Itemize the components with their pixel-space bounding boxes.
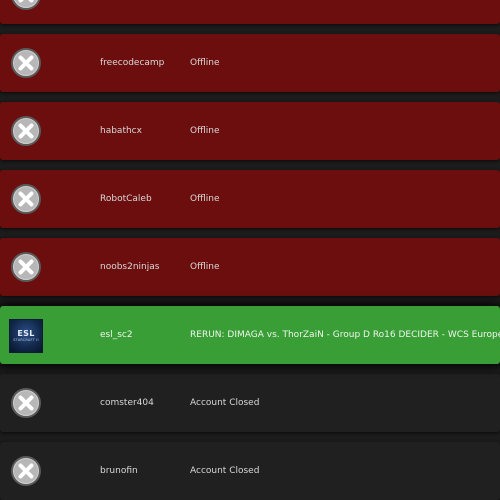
logo-subtext: STARCRAFT II <box>13 338 39 342</box>
channel-row[interactable]: brunofin Account Closed <box>0 442 500 500</box>
channel-status: Offline <box>190 126 220 136</box>
channel-row[interactable]: RobotCaleb Offline <box>0 170 500 228</box>
channel-status: RERUN: DIMAGA vs. ThorZaiN - Group D Ro1… <box>190 330 500 340</box>
channel-row[interactable]: ESL STARCRAFT II esl_sc2 RERUN: DIMAGA v… <box>0 306 500 364</box>
close-icon[interactable] <box>10 183 42 215</box>
close-icon[interactable] <box>10 0 42 11</box>
channel-status: Account Closed <box>190 398 260 408</box>
channel-name[interactable]: noobs2ninjas <box>100 238 159 296</box>
channel-name[interactable]: RobotCaleb <box>100 170 152 228</box>
channel-status: Offline <box>190 58 220 68</box>
channel-name[interactable]: comster404 <box>100 374 154 432</box>
channel-row[interactable]: habathcx Offline <box>0 102 500 160</box>
close-icon[interactable] <box>10 115 42 147</box>
channel-row[interactable]: comster404 Account Closed <box>0 374 500 432</box>
channel-name[interactable]: freecodecamp <box>100 34 164 92</box>
channel-status: Offline <box>190 262 220 272</box>
channel-status: Offline <box>190 194 220 204</box>
close-icon[interactable] <box>10 251 42 283</box>
close-icon[interactable] <box>10 455 42 487</box>
channel-name[interactable]: esl_sc2 <box>100 306 133 364</box>
channel-row[interactable]: freecodecamp Offline <box>0 34 500 92</box>
esl-logo-icon[interactable]: ESL STARCRAFT II <box>9 319 43 353</box>
channel-row[interactable]: noobs2ninjas Offline <box>0 238 500 296</box>
channel-name[interactable]: habathcx <box>100 102 142 160</box>
logo-text: ESL <box>17 329 35 338</box>
channel-row[interactable] <box>0 0 500 24</box>
channel-status: Account Closed <box>190 466 260 476</box>
close-icon[interactable] <box>10 47 42 79</box>
channel-name[interactable]: brunofin <box>100 442 138 500</box>
close-icon[interactable] <box>10 387 42 419</box>
